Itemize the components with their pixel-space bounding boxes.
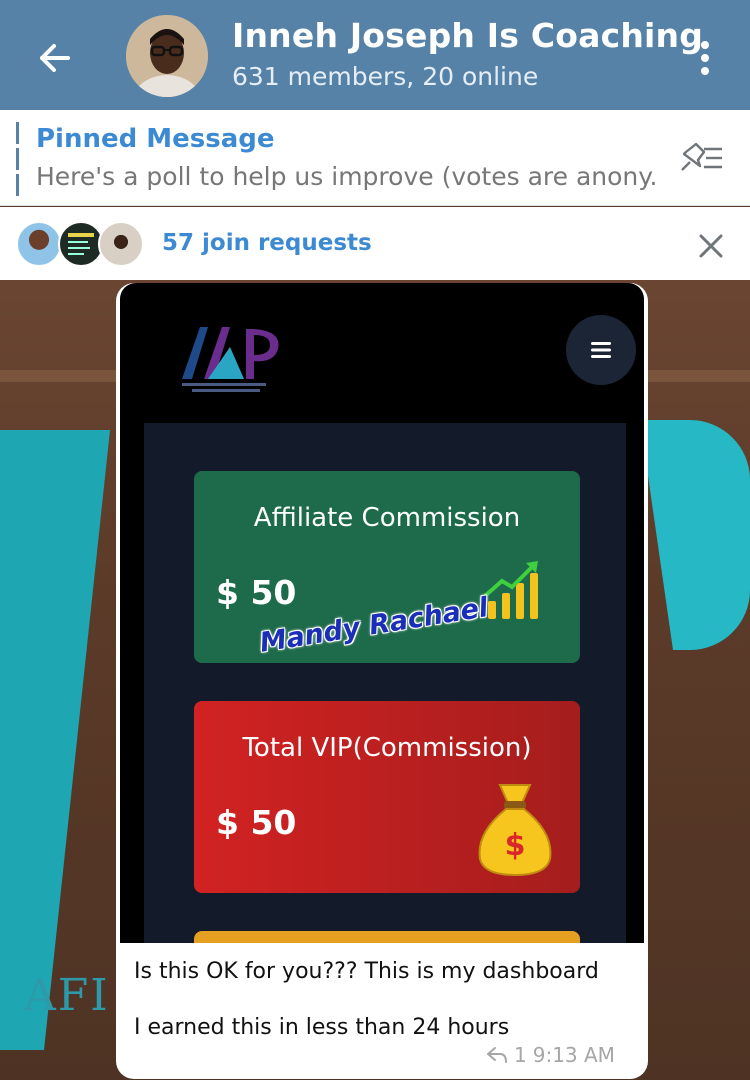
reply-count[interactable]: 1 (514, 1043, 527, 1067)
growth-chart-icon (484, 561, 538, 619)
hamburger-icon (566, 315, 636, 385)
chat-title[interactable]: Inneh Joseph Is Coaching (232, 16, 703, 55)
requester-avatar (98, 221, 144, 267)
pinned-message-bar[interactable]: Pinned Message Here's a poll to help us … (0, 110, 750, 206)
card-amount: $ 50 (216, 573, 297, 612)
group-avatar[interactable] (126, 15, 208, 97)
brand-logo (182, 327, 279, 392)
card-amount: $ 50 (216, 803, 297, 842)
card-title: Affiliate Commission (253, 503, 521, 533)
pinned-text: Here's a poll to help us improve (votes … (36, 162, 656, 191)
arrow-left-icon[interactable] (34, 38, 74, 78)
join-requests-label: 57 join requests (162, 230, 372, 256)
dashboard-panel: Affiliate Commission $ 50 Total VIP(Comm… (144, 423, 626, 943)
message-bubble[interactable]: Affiliate Commission $ 50 Total VIP(Comm… (116, 283, 648, 1079)
card-title: Total VIP(Commission) (242, 733, 532, 763)
message-text-line1: Is this OK for you??? This is my dashboa… (134, 959, 599, 984)
chat-subtitle: 631 members, 20 online (232, 62, 539, 91)
message-time: 9:13 AM (532, 1043, 615, 1067)
total-vip-commission-card: Total VIP(Commission) $ 50 $ (194, 701, 580, 893)
message-meta: 1 9:13 AM (486, 1043, 615, 1067)
chat-header: Inneh Joseph Is Coaching 631 members, 20… (0, 0, 750, 110)
more-vertical-icon[interactable] (694, 38, 716, 78)
reply-icon[interactable] (486, 1046, 508, 1064)
summary-card-partial (194, 931, 580, 943)
pinned-list-icon[interactable] (676, 140, 726, 176)
svg-text:$: $ (505, 828, 526, 863)
pinned-indicator (16, 122, 20, 196)
money-bag-icon: $ (478, 784, 552, 877)
message-image[interactable]: Affiliate Commission $ 50 Total VIP(Comm… (120, 283, 644, 943)
close-icon[interactable] (698, 233, 724, 259)
join-requests-bar[interactable]: 57 join requests (0, 207, 750, 280)
pinned-title: Pinned Message (36, 124, 275, 154)
message-text-line2: I earned this in less than 24 hours (134, 1015, 510, 1040)
requester-avatar (16, 221, 62, 267)
